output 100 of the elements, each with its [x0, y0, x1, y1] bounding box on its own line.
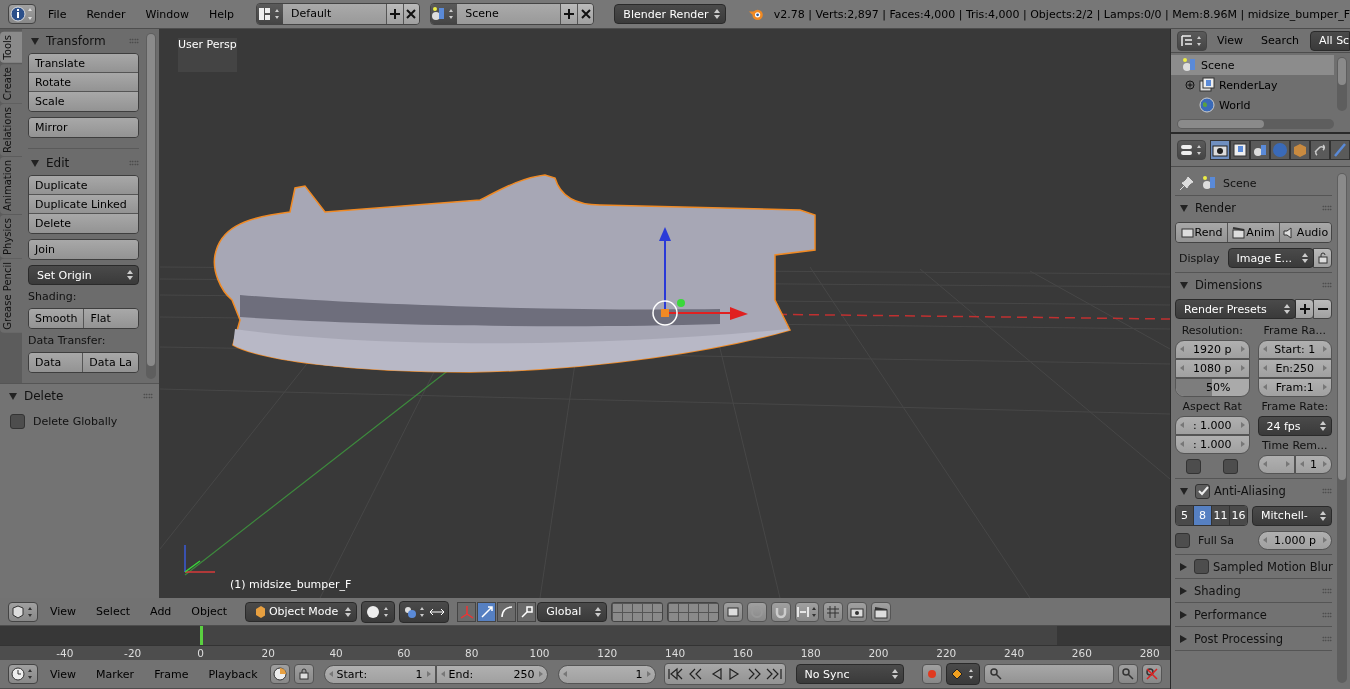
drag-grip-icon[interactable]	[1322, 635, 1332, 642]
panel-toggle-icon[interactable]	[1180, 586, 1187, 595]
panel-toggle-icon[interactable]	[1180, 281, 1188, 289]
cube-editor-icon[interactable]	[8, 601, 38, 622]
expand-toggle-icon[interactable]	[1185, 80, 1195, 90]
panel-header[interactable]: Post Processing	[1175, 627, 1332, 650]
aspect-ratio-field[interactable]: : 1.000	[1175, 435, 1250, 454]
sample-count-option[interactable]: 16	[1230, 506, 1247, 525]
panel-toggle-icon[interactable]	[1180, 610, 1187, 619]
drag-grip-icon[interactable]	[143, 393, 153, 399]
panel-toggle-icon[interactable]	[1180, 487, 1188, 495]
display-mode-dropdown[interactable]: All Sc	[1310, 30, 1350, 51]
mode-dropdown[interactable]: Object Mode	[245, 601, 358, 622]
shelf-tab[interactable]: Animation	[0, 156, 22, 214]
remove-icon[interactable]	[1313, 299, 1332, 319]
render-action-button[interactable]: Anim	[1228, 223, 1280, 242]
playback-controls-icon[interactable]	[663, 663, 786, 685]
lock-icon[interactable]	[1313, 248, 1332, 268]
shelf-tab[interactable]: Physics	[0, 214, 22, 258]
menu-item[interactable]: Window	[137, 7, 197, 21]
shelf-tab[interactable]: Grease Pencil	[0, 258, 22, 333]
checkbox[interactable]	[1223, 459, 1239, 474]
properties-editor-icon[interactable]	[1177, 140, 1206, 160]
panel-header[interactable]: Render	[1175, 196, 1332, 220]
menu-item[interactable]: Search	[1253, 34, 1307, 47]
clock-editor-icon[interactable]	[8, 664, 38, 684]
menu-item[interactable]: View	[42, 605, 85, 618]
panel-toggle-icon[interactable]	[31, 37, 39, 45]
render-action-button[interactable]: Audio	[1280, 223, 1331, 242]
properties-tab[interactable]	[1210, 140, 1230, 160]
filter-dropdown[interactable]: Mitchell-	[1252, 505, 1332, 526]
pin-icon[interactable]	[1179, 175, 1195, 191]
menu-item[interactable]: Frame	[146, 667, 197, 681]
current-frame-marker[interactable]	[200, 626, 203, 645]
tool-button[interactable]: Duplicate	[29, 176, 138, 195]
orientation-dropdown[interactable]: Global	[537, 601, 608, 622]
outliner-editor-icon[interactable]	[1177, 30, 1207, 51]
tool-button[interactable]: Mirror	[29, 118, 138, 137]
panel-header[interactable]: Sampled Motion Blur	[1175, 555, 1332, 578]
pivot-point-icon[interactable]	[399, 600, 450, 623]
outliner-row[interactable]: Scene	[1171, 55, 1334, 75]
drag-grip-icon[interactable]	[129, 160, 139, 166]
menu-item[interactable]: View	[42, 667, 85, 681]
panel-toggle-icon[interactable]	[31, 159, 39, 167]
info-editor-icon[interactable]	[8, 4, 36, 24]
checkbox[interactable]	[1175, 533, 1190, 548]
resolution-percentage-slider[interactable]: 50%	[1175, 378, 1250, 397]
menu-item[interactable]: Object	[183, 605, 236, 618]
tool-button[interactable]: Rotate	[29, 73, 138, 92]
drag-grip-icon[interactable]	[1322, 488, 1332, 494]
drag-grip-icon[interactable]	[1322, 587, 1332, 594]
menu-item[interactable]: Add	[142, 605, 180, 618]
frame-rate-dropdown[interactable]: 24 fps	[1257, 416, 1332, 436]
drag-grip-icon[interactable]	[1322, 282, 1332, 288]
drag-grip-icon[interactable]	[129, 38, 139, 44]
render-camera-icon[interactable]	[847, 601, 868, 622]
tool-button[interactable]: Delete	[29, 214, 138, 233]
aspect-ratio-field[interactable]: : 1.000	[1175, 416, 1250, 435]
filter-size-field[interactable]: 1.000 p	[1258, 531, 1332, 550]
drag-grip-icon[interactable]	[1322, 205, 1332, 211]
clapperboard-icon[interactable]	[871, 601, 892, 622]
menu-item[interactable]: View	[1209, 34, 1252, 47]
menu-item[interactable]: File	[40, 7, 75, 21]
grid-icon[interactable]	[823, 601, 844, 622]
menu-item[interactable]: Render	[78, 7, 134, 21]
tool-button[interactable]: Data	[29, 353, 84, 372]
keying-set-field[interactable]	[983, 664, 1114, 684]
panel-header[interactable]: Shading	[1175, 579, 1332, 602]
properties-tab[interactable]	[1250, 140, 1270, 160]
tool-button[interactable]: Data La	[83, 353, 138, 372]
panel-header[interactable]: Dimensions	[1175, 273, 1332, 297]
shelf-tab[interactable]: Create	[0, 63, 22, 103]
display-dropdown[interactable]: Image E...	[1227, 248, 1314, 268]
render-presets-dropdown[interactable]: Render Presets	[1175, 299, 1296, 319]
sample-count-option[interactable]: 11	[1212, 506, 1230, 525]
tool-button[interactable]: Join	[29, 240, 138, 259]
tool-button[interactable]: Duplicate Linked	[29, 195, 138, 214]
panel-toggle-icon[interactable]	[1180, 634, 1187, 643]
panel-header[interactable]: Transform	[28, 31, 139, 51]
panel-toggle-icon[interactable]	[1180, 562, 1187, 571]
lock-camera-icon[interactable]	[723, 601, 744, 622]
render-action-button[interactable]: Rend	[1176, 223, 1228, 242]
sample-count-option[interactable]: 5	[1176, 506, 1194, 525]
current-frame-field[interactable]: 1	[557, 664, 656, 684]
keyframe-icon[interactable]	[945, 663, 980, 685]
panel-header[interactable]: Edit	[28, 153, 139, 173]
magnet-icon[interactable]	[771, 601, 792, 622]
resolution-field[interactable]: 1080 p	[1175, 359, 1250, 378]
checkbox[interactable]	[10, 414, 25, 429]
checkbox[interactable]	[1194, 559, 1209, 574]
panel-header[interactable]: Anti-Aliasing	[1175, 479, 1332, 503]
properties-tab[interactable]	[1310, 140, 1330, 160]
tool-button[interactable]: Smooth	[29, 309, 85, 328]
render-engine-dropdown[interactable]: Blender Render	[614, 4, 727, 24]
time-remap-old-field[interactable]	[1257, 455, 1295, 474]
panel-toggle-icon[interactable]	[9, 392, 17, 400]
shelf-tab[interactable]: Relations	[0, 103, 22, 156]
panel-header[interactable]: Delete	[6, 386, 153, 406]
manipulator-icon[interactable]	[517, 601, 537, 622]
lock-icon[interactable]	[293, 664, 314, 684]
